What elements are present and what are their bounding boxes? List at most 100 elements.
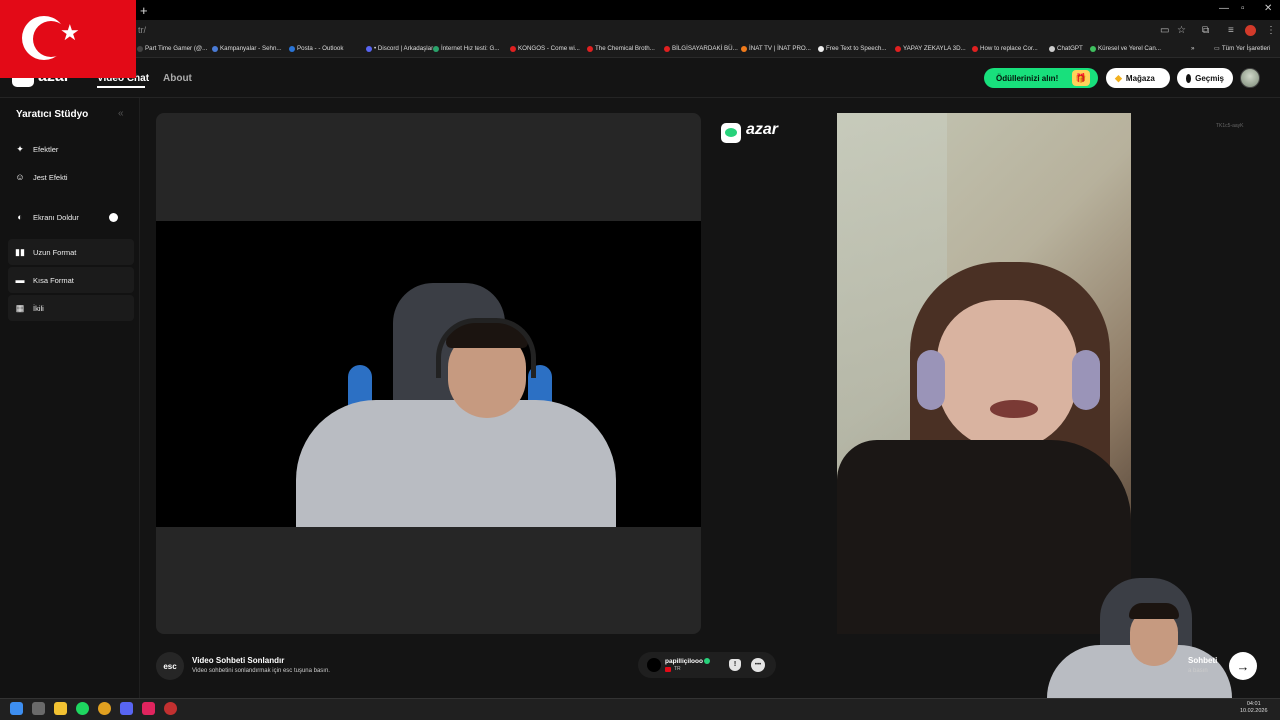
bookmark-label: How to replace Cor... [980,45,1038,52]
app-red-icon[interactable] [164,702,177,715]
bookmark-favicon-icon [137,45,143,52]
bookmark-item[interactable]: İNAT TV | İNAT PRO... [741,45,811,52]
gesture-icon: ☺ [15,172,25,182]
bookmark-item[interactable]: ChatGPT [1049,45,1083,52]
dual-layout-icon: ▦ [15,302,25,313]
browser-titlebar [0,0,1280,20]
tiktok-icon[interactable] [142,702,155,715]
minimize-icon[interactable]: — [1219,3,1229,14]
store-button[interactable]: ◆ Mağaza [1106,68,1170,88]
all-bookmarks[interactable]: ▭ Tüm Yer İşaretleri [1214,45,1270,52]
star-icon: ★ [60,20,80,45]
bookmark-favicon-icon [818,45,824,52]
sidebar-item-label: Jest Efekti [33,172,68,182]
partner-avatar [647,658,661,672]
bookmark-item[interactable]: The Chemical Broth... [587,45,655,52]
bookmark-item[interactable]: Kampanyalar - Sehn... [212,45,282,52]
partner-mouth [990,400,1038,418]
azar-logo-mark [725,128,737,137]
sidebar-item-label: Efektler [33,144,59,154]
sidebar-item-label: Kısa Format [33,275,74,285]
next-chat-hint: a basın [1188,668,1208,674]
bookmark-item[interactable]: Küresel ve Yerel Can... [1090,45,1161,52]
sidebar-item-long-format[interactable]: ▮▮ Uzun Format [8,239,134,265]
sidebar-item-effects[interactable]: ✦ Efektler [8,136,134,162]
bookmarks-more[interactable]: » [1191,45,1194,52]
menu-lines-icon[interactable]: ≡ [1228,25,1234,36]
profile-icon[interactable] [1245,25,1256,36]
chrome-icon[interactable] [98,702,111,715]
bookmark-label: The Chemical Broth... [595,45,655,52]
bookmark-favicon-icon [289,45,295,52]
end-chat-title: Video Sohbeti Sonlandır [192,656,285,665]
bookmark-label: Part Time Gamer (@... [145,45,208,52]
bookmark-item[interactable]: İnternet Hız testi: G... [433,45,499,52]
streamer-headset [436,318,536,378]
report-shield-icon[interactable]: ! [729,659,741,671]
user-avatar[interactable] [1240,68,1260,88]
next-chat-title: Sohbeti [1188,656,1218,665]
taskbar-clock[interactable]: 04:01 10.02.2026 [1240,701,1268,715]
history-button[interactable]: Geçmiş [1177,68,1233,88]
bookmark-label: İnternet Hız testi: G... [441,45,500,52]
bookmark-label: • Discord | Arkadaşlar [374,45,434,52]
sidebar-item-short-format[interactable]: ▬ Kısa Format [8,267,134,293]
partner-headset-left [917,350,945,410]
address-bar[interactable]: tr/ [138,25,146,35]
spotify-icon[interactable] [76,702,89,715]
bookmark-star-icon[interactable]: ☆ [1177,25,1186,36]
new-tab-icon[interactable]: + [140,3,148,18]
bookmark-favicon-icon [587,45,593,52]
bookmark-item[interactable]: KONGOS - Come wi... [510,45,580,52]
bookmark-item[interactable]: Free Text to Speech... [818,45,886,52]
next-arrow-icon[interactable]: → [1229,652,1257,680]
bookmark-item[interactable]: How to replace Cor... [972,45,1038,52]
clock-time: 04:01 [1246,701,1261,707]
sidebar-title: Yaratıcı Stüdyo [16,109,89,120]
bookmark-item[interactable]: Part Time Gamer (@... [137,45,207,52]
bookmark-label: YAPAY ZEKAYLA 3D... [903,45,966,52]
bookmark-favicon-icon [510,45,516,52]
file-explorer-icon[interactable] [54,702,67,715]
bookmark-label: Posta - - Outlook [297,45,344,52]
bookmark-item[interactable]: • Discord | Arkadaşlar [366,45,433,52]
partner-body [837,440,1131,634]
sidebar-item-label: Ekranı Doldur [33,212,79,222]
bookmark-item[interactable]: BİLGİSAYARDAKİ BÜ... [664,45,738,52]
bookmark-item[interactable]: Posta - - Outlook [289,45,343,52]
sidebar-item-dual[interactable]: ▦ İkili [8,295,134,321]
windows-start-icon[interactable] [10,702,23,715]
close-window-icon[interactable]: ✕ [1264,3,1272,14]
bookmark-label: BİLGİSAYARDAKİ BÜ... [672,45,738,52]
chat-bubble-icon[interactable]: ••• [751,658,765,672]
turkey-flag-icon [665,667,671,672]
sidebar-item-gesture-effect[interactable]: ☺ Jest Efekti [8,164,134,190]
esc-key-chip[interactable]: esc [156,652,184,680]
kebab-menu-icon[interactable]: ⋮ [1266,25,1276,36]
bookmark-label: Küresel ve Yerel Can... [1098,45,1161,52]
bookmark-label: KONGOS - Come wi... [518,45,580,52]
partner-session-id: TK1c5-aayK [1216,123,1244,129]
long-format-icon: ▮▮ [15,246,25,257]
partner-country: TR [674,666,681,672]
sidebar-item-label: İkili [33,303,44,313]
extensions-icon[interactable]: ⧉ [1202,25,1209,36]
fill-screen-toggle[interactable] [109,213,118,222]
end-chat-hint: Video sohbetini sonlandırmak için esc tu… [192,668,330,674]
collapse-sidebar-icon[interactable]: « [118,108,124,119]
gem-icon: ◆ [1115,72,1122,83]
nav-about[interactable]: About [163,73,192,84]
clock-date: 10.02.2026 [1240,708,1268,714]
fill-screen-icon: ◐ [17,212,23,222]
azar-watermark: azar [746,121,779,138]
bookmark-item[interactable]: YAPAY ZEKAYLA 3D... [895,45,966,52]
app-icon[interactable] [32,702,45,715]
cast-icon[interactable]: ▭ [1160,25,1169,36]
bookmark-label: İNAT TV | İNAT PRO... [749,45,811,52]
discord-icon[interactable] [120,702,133,715]
bookmark-favicon-icon [433,45,439,52]
maximize-icon[interactable]: ▫ [1241,3,1245,14]
bookmark-favicon-icon [212,45,218,52]
windows-taskbar [0,698,1280,720]
bookmark-label: ChatGPT [1057,45,1083,52]
